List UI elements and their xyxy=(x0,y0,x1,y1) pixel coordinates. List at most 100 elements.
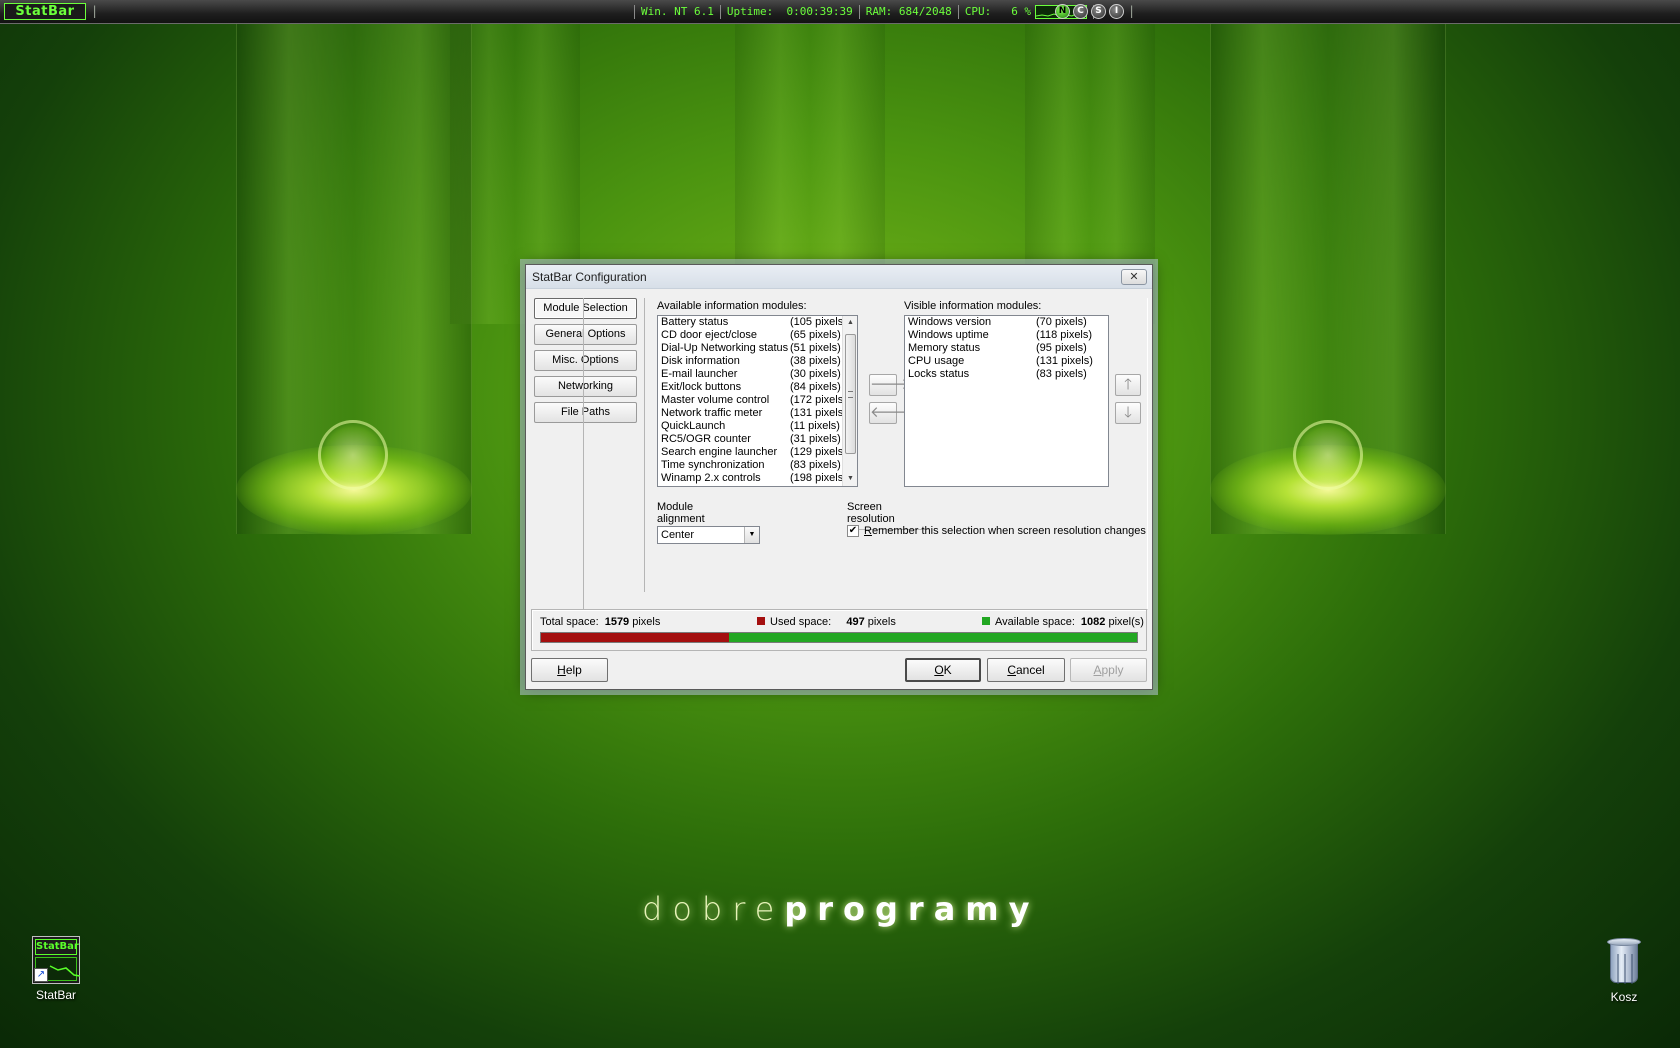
move-up-button[interactable]: 🡑 xyxy=(1115,374,1141,396)
available-modules-scrollbar[interactable]: ▲ ▼ xyxy=(842,316,857,486)
list-item-size: (198 pixels) xyxy=(790,472,847,484)
available-space-unit: pixel(s) xyxy=(1108,616,1144,628)
recycle-bin-stripe xyxy=(1624,954,1626,984)
total-space-value: 1579 xyxy=(604,616,630,628)
brand-bold-text: programy xyxy=(784,890,1040,928)
available-modules-rows: Battery status (105 pixels) CD door eject/… xyxy=(658,316,857,485)
chevron-down-icon[interactable]: ▼ xyxy=(744,527,759,543)
desktop-icon-recycle-bin[interactable]: Kosz xyxy=(1584,938,1664,1004)
statbar: StatBar | Win. NT 6.1 Uptime: 0:00:39:39… xyxy=(0,0,1680,24)
list-item[interactable]: Network traffic meter (131 pixels) xyxy=(658,407,857,420)
ok-button[interactable]: OK xyxy=(905,658,981,682)
list-item-size: (51 pixels) xyxy=(790,342,841,354)
ok-rest: K xyxy=(943,663,952,677)
uptime-value: 0:00:39:39 xyxy=(786,5,853,18)
total-space-label: Total space: xyxy=(540,616,599,628)
add-module-button[interactable]: 🡒 xyxy=(869,374,910,396)
list-item-size: (65 pixels) xyxy=(790,329,841,341)
statbar-ram[interactable]: RAM: 684/2048 xyxy=(858,5,958,19)
list-item[interactable]: Locks status (83 pixels) xyxy=(905,368,1108,381)
statbar-icon-text: StatBar xyxy=(35,939,79,955)
statbar-logo[interactable]: StatBar xyxy=(4,3,86,20)
list-item-name: Network traffic meter xyxy=(661,407,763,419)
list-item-size: (83 pixels) xyxy=(790,459,841,471)
available-space-value: 1082 xyxy=(1080,616,1106,628)
list-item-name: Windows uptime xyxy=(908,329,989,341)
list-item[interactable]: Memory status (95 pixels) xyxy=(905,342,1108,355)
desktop-icon-statbar[interactable]: StatBar ↗ StatBar xyxy=(16,936,96,1002)
available-space: Available space: 1082 pixel(s) xyxy=(982,616,1144,628)
brand-light-text: dobre xyxy=(642,890,785,928)
list-item-name: QuickLaunch xyxy=(661,420,726,432)
recycle-bin-body xyxy=(1610,943,1638,984)
used-space-unit: pixels xyxy=(867,616,896,628)
scroll-up-arrow-icon[interactable]: ▲ xyxy=(843,316,858,330)
list-item[interactable]: Master volume control (172 pixels) xyxy=(658,394,857,407)
list-item[interactable]: Windows uptime (118 pixels) xyxy=(905,329,1108,342)
list-item-name: Battery status xyxy=(661,316,729,328)
apply-mnemonic: A xyxy=(1093,663,1102,677)
list-item[interactable]: Exit/lock buttons (84 pixels) xyxy=(658,381,857,394)
scroll-down-arrow-icon[interactable]: ▼ xyxy=(843,472,858,486)
statbar-configuration-dialog: StatBar Configuration ✕ Module Selection… xyxy=(525,264,1153,690)
list-item-name: Search engine launcher xyxy=(661,446,778,458)
list-item[interactable]: E-mail launcher (30 pixels) xyxy=(658,368,857,381)
arrow-up-icon: 🡑 xyxy=(1124,376,1132,393)
list-item-size: (118 pixels) xyxy=(1036,329,1093,341)
desktop-icon-recycle-bin-label: Kosz xyxy=(1610,990,1638,1004)
list-item[interactable]: Battery status (105 pixels) xyxy=(658,316,857,329)
wallpaper-pillar-center xyxy=(735,24,885,284)
total-space: Total space: 1579 pixels xyxy=(540,616,660,628)
shortcut-arrow-icon: ↗ xyxy=(34,968,48,982)
list-item-name: Time synchronization xyxy=(661,459,765,471)
list-item[interactable]: RC5/OGR counter (31 pixels) xyxy=(658,433,857,446)
available-modules-list[interactable]: Battery status (105 pixels) CD door eject/… xyxy=(657,315,858,487)
list-item[interactable]: CPU usage (131 pixels) xyxy=(905,355,1108,368)
space-summary: Total space: 1579 pixels Used space: 497 … xyxy=(531,609,1147,651)
used-space-swatch xyxy=(757,617,765,625)
statbar-locks xyxy=(1093,5,1183,19)
list-item[interactable]: Time synchronization (83 pixels) xyxy=(658,459,857,472)
available-space-swatch xyxy=(982,617,990,625)
used-space: Used space: 497 pixels xyxy=(757,616,896,628)
help-rest: elp xyxy=(565,663,582,677)
list-item[interactable]: Search engine launcher (129 pixels) xyxy=(658,446,857,459)
list-item[interactable]: QuickLaunch (11 pixels) xyxy=(658,420,857,433)
statbar-windows-version[interactable]: Win. NT 6.1 xyxy=(634,5,720,19)
list-item[interactable]: Dial-Up Networking status (51 pixels) xyxy=(658,342,857,355)
wallpaper-brand-logo: dobreprogramy xyxy=(642,890,1040,928)
apply-button[interactable]: Apply xyxy=(1070,658,1147,682)
used-space-label: Used space: xyxy=(770,616,832,628)
options-panel-divider xyxy=(644,298,645,592)
statbar-separator: | xyxy=(91,4,99,18)
help-button[interactable]: Help xyxy=(531,658,608,682)
list-item-size: (172 pixels) xyxy=(790,394,847,406)
move-down-button[interactable]: 🡓 xyxy=(1115,402,1141,424)
list-item-name: RC5/OGR counter xyxy=(661,433,751,445)
module-alignment-select[interactable]: Center ▼ xyxy=(657,526,760,544)
list-item[interactable]: Disk information (38 pixels) xyxy=(658,355,857,368)
remove-module-button[interactable]: 🡐 xyxy=(869,402,910,424)
list-item[interactable]: CD door eject/close (65 pixels) xyxy=(658,329,857,342)
scroll-grip-icon xyxy=(848,391,853,398)
visible-modules-rows: Windows version (70 pixels) Windows uptime… xyxy=(905,316,1108,381)
scroll-thumb[interactable] xyxy=(845,334,856,454)
list-item-name: Locks status xyxy=(908,368,970,380)
statbar-shortcut-icon: StatBar ↗ xyxy=(32,936,81,984)
list-item-size: (30 pixels) xyxy=(790,368,841,380)
list-item[interactable]: Winamp 2.x controls (198 pixels) xyxy=(658,472,857,485)
arrow-down-icon: 🡓 xyxy=(1124,404,1132,421)
close-button[interactable]: ✕ xyxy=(1121,269,1147,285)
statbar-uptime[interactable]: Uptime: 0:00:39:39 xyxy=(719,5,859,19)
list-item-size: (131 pixels) xyxy=(790,407,847,419)
dialog-titlebar[interactable]: StatBar Configuration ✕ xyxy=(526,265,1152,289)
list-item-name: Disk information xyxy=(661,355,740,367)
list-item[interactable]: Windows version (70 pixels) xyxy=(905,316,1108,329)
list-item-size: (131 pixels) xyxy=(1036,355,1093,367)
list-item-size: (83 pixels) xyxy=(1036,368,1087,380)
cancel-button[interactable]: Cancel xyxy=(987,658,1065,682)
remember-resolution-checkbox[interactable]: ✔ xyxy=(847,525,859,537)
space-usage-used-fill xyxy=(541,633,729,642)
remember-resolution-label[interactable]: Remember this selection when screen reso… xyxy=(864,525,1146,537)
visible-modules-list[interactable]: Windows version (70 pixels) Windows uptime… xyxy=(904,315,1109,487)
